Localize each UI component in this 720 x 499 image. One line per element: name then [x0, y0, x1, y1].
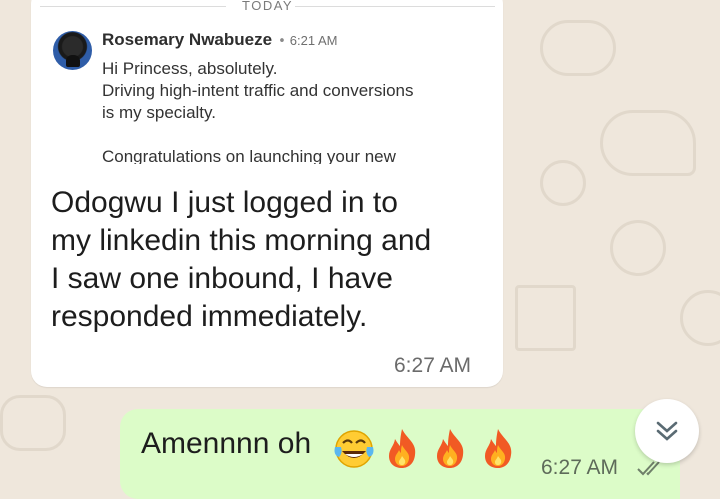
- quoted-sender-line: Rosemary Nwabueze • 6:21 AM: [102, 30, 338, 49]
- quoted-line: Congratulations on launching your new: [102, 147, 396, 164]
- sender-avatar[interactable]: [53, 31, 92, 70]
- outgoing-message-time: 6:27 AM: [541, 456, 619, 479]
- date-separator-label: TODAY: [242, 0, 294, 13]
- fire-icon: [437, 429, 464, 468]
- scroll-to-bottom-button[interactable]: [635, 399, 699, 463]
- outgoing-message-text: Amennnn oh: [141, 427, 312, 460]
- date-separator: TODAY: [40, 0, 495, 18]
- quoted-line: is my specialty.: [102, 103, 216, 122]
- quoted-time: 6:21 AM: [289, 33, 338, 48]
- face-with-tears-of-joy-icon: [334, 430, 374, 468]
- quoted-sender-name: Rosemary Nwabueze: [102, 30, 273, 49]
- fire-icon: [485, 429, 512, 468]
- emoji-row: [331, 425, 523, 471]
- incoming-message-time: 6:27 AM: [394, 354, 472, 377]
- incoming-message-line: my linkedin this morning and: [51, 224, 432, 257]
- fire-icon: [389, 429, 416, 468]
- incoming-message-line: responded immediately.: [51, 300, 368, 333]
- incoming-message-line: I saw one inbound, I have: [51, 262, 393, 295]
- quoted-line: Driving high-intent traffic and conversi…: [102, 81, 414, 100]
- incoming-message-line: Odogwu I just logged in to: [51, 186, 398, 219]
- quoted-message-card[interactable]: TODAY Rosemary Nwabueze • 6:21 AM Hi Princ…: [40, 0, 495, 164]
- double-chevron-down-icon: [656, 421, 678, 441]
- quoted-line: Hi Princess, absolutely.: [102, 59, 278, 78]
